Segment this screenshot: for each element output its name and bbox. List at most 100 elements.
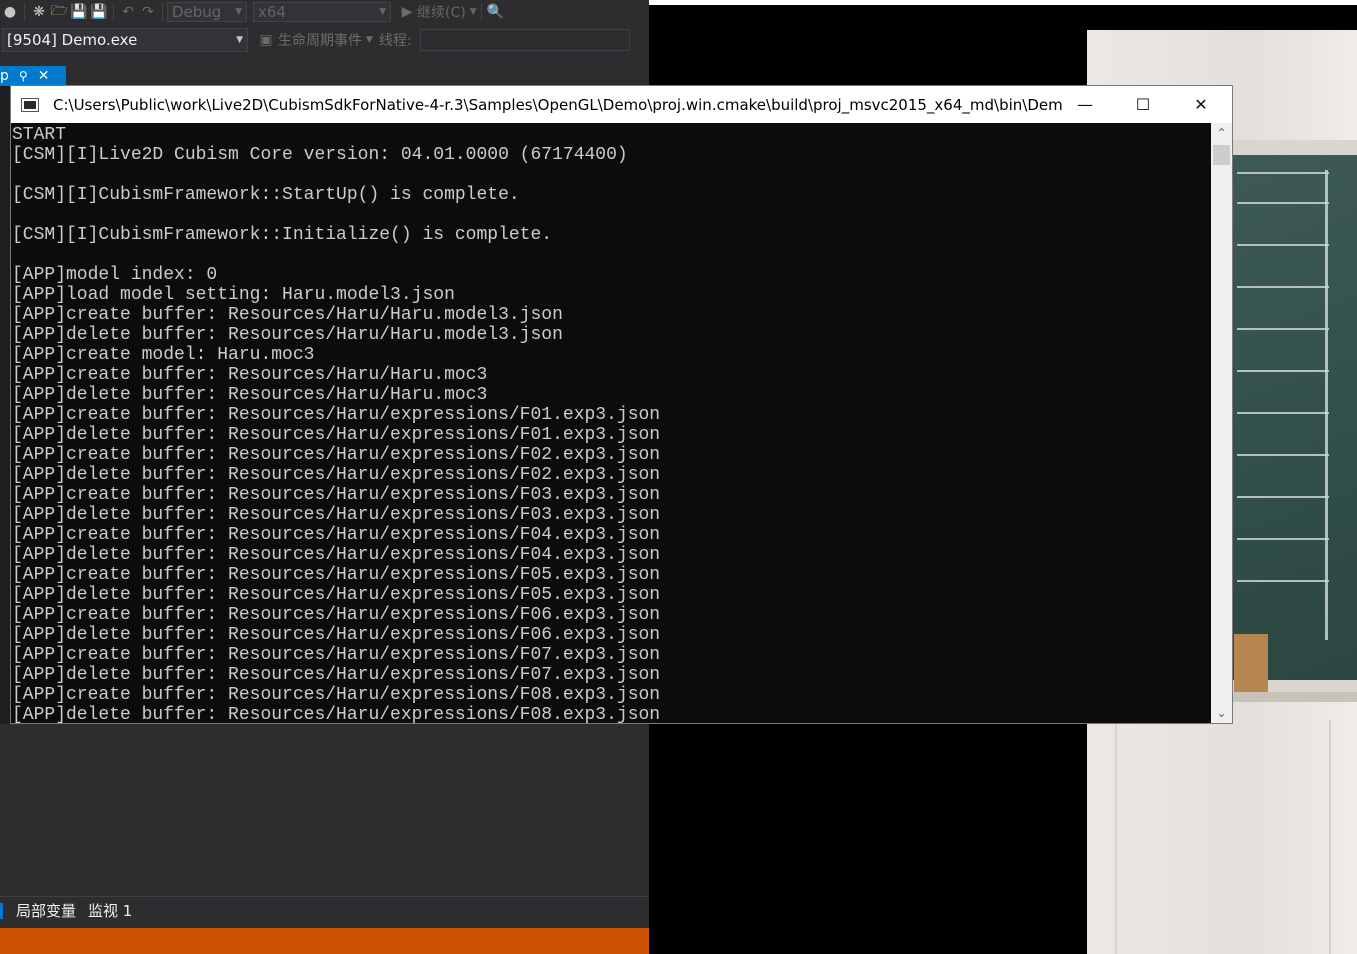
console-line: [APP]create buffer: Resources/Haru/expre…: [12, 605, 661, 625]
solution-config-value: Debug: [172, 3, 222, 21]
board-line: [1237, 412, 1329, 414]
board-line: [1237, 370, 1329, 372]
console-line: [APP]delete buffer: Resources/Haru/expre…: [12, 465, 661, 485]
continue-button[interactable]: 继续(C): [417, 2, 466, 22]
console-line: [APP]create buffer: Resources/Haru/expre…: [12, 565, 661, 585]
board-line: [1237, 244, 1329, 246]
save-icon[interactable]: 💾: [69, 2, 89, 22]
toolbar-separator: [480, 3, 482, 21]
toolbar-separator: [24, 3, 25, 21]
toolbar-separator: [162, 3, 163, 21]
console-line: [APP]load model setting: Haru.model3.jso…: [12, 285, 455, 305]
new-project-icon[interactable]: ❋: [29, 2, 49, 22]
console-line: [APP]delete buffer: Resources/Haru/expre…: [12, 585, 661, 605]
find-icon[interactable]: 🔍: [486, 2, 506, 22]
thread-label: 线程:: [378, 33, 412, 49]
pin-icon[interactable]: ⚲: [19, 69, 28, 83]
console-line: [APP]create buffer: Resources/Haru/expre…: [12, 445, 661, 465]
console-scrollbar[interactable]: ⌃ ⌄: [1211, 123, 1232, 723]
document-tab-label: p: [0, 68, 9, 84]
process-value: [9504] Demo.exe: [7, 31, 138, 49]
console-line: [APP]delete buffer: Resources/Haru/expre…: [12, 665, 661, 685]
board-line: [1237, 328, 1329, 330]
console-line: [APP]delete buffer: Resources/Haru/expre…: [12, 425, 661, 445]
console-line: [APP]delete buffer: Resources/Haru/Haru.…: [12, 325, 563, 345]
debug-location-toolbar: [9504] Demo.exe ▼ ▣ 生命周期事件 ▼ 线程:: [0, 26, 649, 54]
lifecycle-events-button[interactable]: 生命周期事件: [278, 30, 362, 50]
process-dropdown[interactable]: [9504] Demo.exe ▼: [2, 28, 248, 52]
chevron-down-icon[interactable]: ▼: [366, 35, 373, 45]
tab-watch-1[interactable]: 监视 1: [88, 900, 132, 921]
thread-dropdown[interactable]: [419, 29, 630, 51]
board-line: [1237, 286, 1329, 288]
scrollbar-thumb[interactable]: [1213, 145, 1230, 165]
status-bar: [0, 928, 649, 954]
board-line: [1237, 202, 1329, 204]
chevron-down-icon: ▼: [379, 7, 386, 17]
board-line: [1325, 170, 1328, 640]
play-icon[interactable]: ▶: [397, 2, 417, 22]
maximize-button[interactable]: ☐: [1114, 86, 1172, 123]
undo-icon[interactable]: ↶: [118, 2, 138, 22]
redo-icon[interactable]: ↷: [138, 2, 158, 22]
console-line: [APP]create model: Haru.moc3: [12, 345, 315, 365]
debug-window-tabs: 局部变量 监视 1: [0, 896, 649, 924]
console-line: [APP]delete buffer: Resources/Haru/expre…: [12, 505, 661, 525]
console-line: [CSM][I]CubismFramework::StartUp() is co…: [12, 185, 520, 205]
close-icon[interactable]: ✕: [38, 68, 50, 84]
console-line: [APP]delete buffer: Resources/Haru/Haru.…: [12, 385, 488, 405]
board-line: [1237, 538, 1329, 540]
console-line: [APP]create buffer: Resources/Haru/expre…: [12, 485, 661, 505]
console-line: [APP]create buffer: Resources/Haru/expre…: [12, 525, 661, 545]
save-all-icon[interactable]: 💾: [89, 2, 109, 22]
app-window-top-edge: [649, 0, 1357, 5]
lifecycle-icon[interactable]: ▣: [256, 30, 276, 50]
platform-dropdown[interactable]: x64 ▼: [253, 2, 391, 22]
chevron-down-icon[interactable]: ▼: [470, 7, 477, 17]
console-line: [APP]delete buffer: Resources/Haru/expre…: [12, 545, 661, 565]
console-line: [APP]create buffer: Resources/Haru/expre…: [12, 645, 661, 665]
console-app-icon[interactable]: [21, 97, 39, 112]
console-line: [CSM][I]Live2D Cubism Core version: 04.0…: [12, 145, 628, 165]
console-line: [CSM][I]CubismFramework::Initialize() is…: [12, 225, 553, 245]
console-line: [APP]delete buffer: Resources/Haru/expre…: [12, 625, 661, 645]
toolbar-separator: [113, 3, 114, 21]
console-output[interactable]: START [CSM][I]Live2D Cubism Core version:…: [11, 123, 1211, 723]
board-line: [1237, 580, 1329, 582]
console-line: [APP]create buffer: Resources/Haru/expre…: [12, 405, 661, 425]
console-line: [APP]create buffer: Resources/Haru/Haru.…: [12, 305, 563, 325]
board-line: [1237, 454, 1329, 456]
editor-lower-area: [0, 724, 649, 896]
minimize-button[interactable]: —: [1056, 86, 1114, 123]
board-line: [1237, 172, 1329, 174]
book: [1234, 634, 1268, 696]
back-icon[interactable]: ●: [0, 2, 20, 22]
open-folder-icon[interactable]: 🗁: [49, 2, 69, 22]
solution-config-dropdown[interactable]: Debug ▼: [167, 2, 247, 22]
chalk-tray: [1227, 692, 1357, 702]
document-tab[interactable]: p ⚲ ✕: [0, 66, 66, 86]
vs-main-toolbar: ● ❋ 🗁 💾 💾 ↶ ↷ Debug ▼ x64 ▼ ▶ 继续(C) ▼ 🔍: [0, 0, 649, 24]
board-line: [1237, 496, 1329, 498]
platform-value: x64: [258, 3, 286, 21]
console-titlebar[interactable]: C:\Users\Public\work\Live2D\CubismSdkFor…: [11, 86, 1232, 123]
console-line: [APP]create buffer: Resources/Haru/Haru.…: [12, 365, 488, 385]
console-line: [APP]delete buffer: Resources/Haru/expre…: [12, 705, 661, 723]
blackboard: [1232, 155, 1357, 680]
close-button[interactable]: ✕: [1172, 86, 1230, 123]
wall-line: [1115, 720, 1117, 954]
console-line: [APP]model index: 0: [12, 265, 218, 285]
chevron-down-icon: ▼: [235, 7, 242, 17]
console-title: C:\Users\Public\work\Live2D\CubismSdkFor…: [53, 95, 1063, 114]
scroll-up-icon[interactable]: ⌃: [1211, 123, 1232, 143]
console-window[interactable]: C:\Users\Public\work\Live2D\CubismSdkFor…: [10, 85, 1233, 724]
console-line: [APP]create buffer: Resources/Haru/expre…: [12, 685, 661, 705]
active-tab-marker: [0, 903, 3, 919]
chevron-down-icon: ▼: [236, 35, 243, 45]
scroll-down-icon[interactable]: ⌄: [1211, 703, 1232, 723]
wall-line: [1329, 720, 1331, 954]
tab-locals[interactable]: 局部变量: [16, 900, 76, 921]
